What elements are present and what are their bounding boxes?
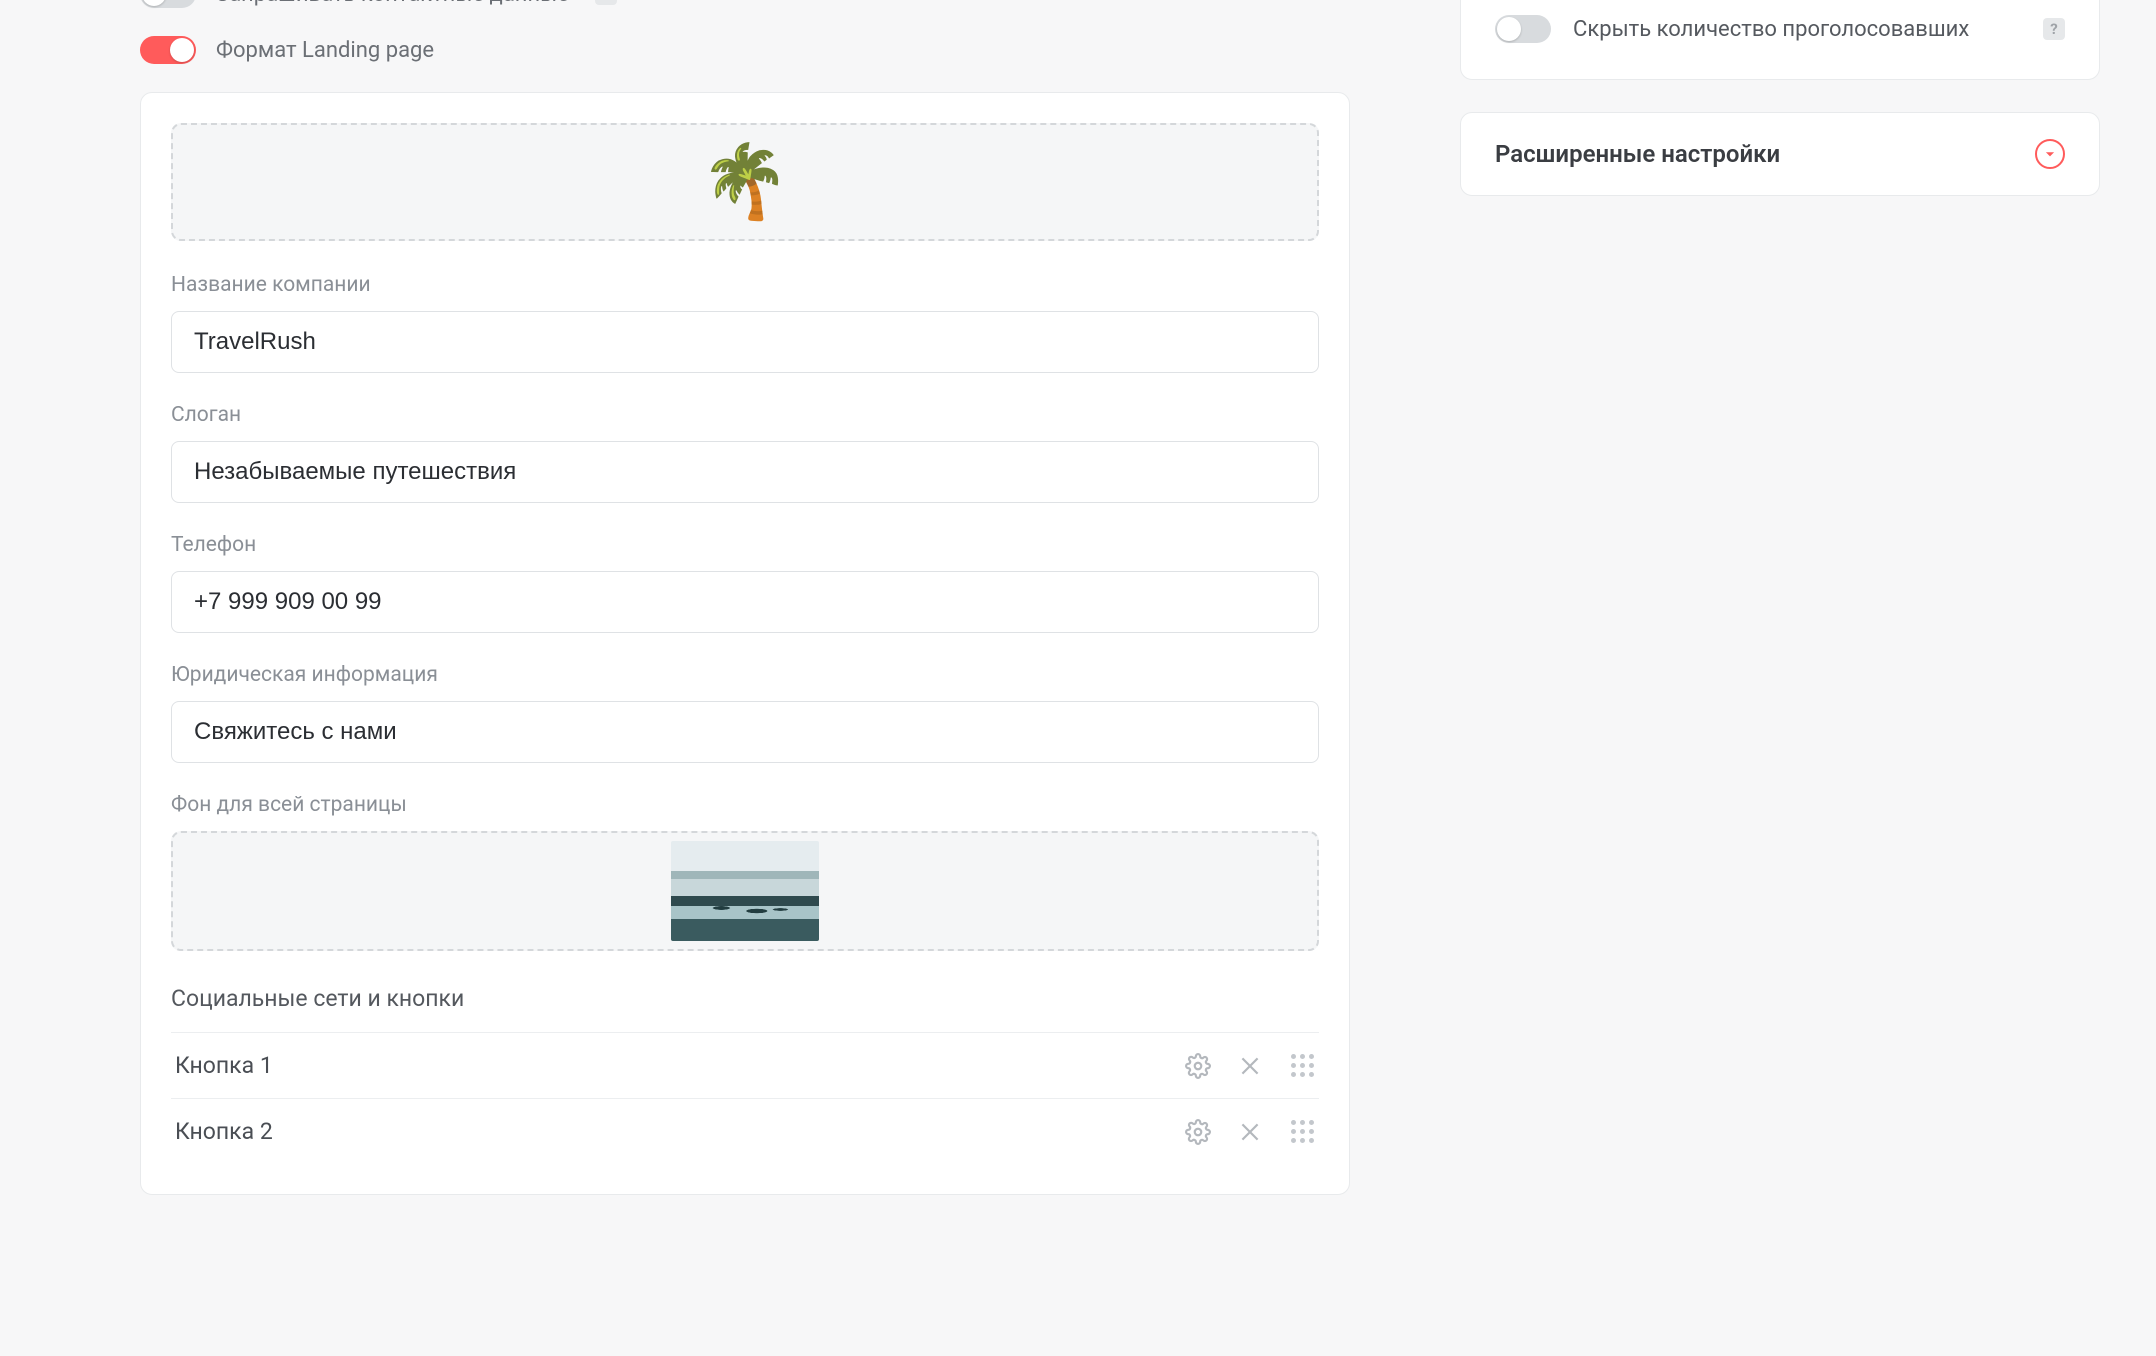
company-name-input[interactable] [171, 311, 1319, 373]
social-buttons-heading: Социальные сети и кнопки [171, 985, 1319, 1012]
help-icon[interactable]: ? [2043, 18, 2065, 40]
button-row-1: Кнопка 1 [171, 1032, 1319, 1098]
phone-label: Телефон [171, 533, 1319, 557]
toggle-request-contacts-label: Запрашивать контактные данные [216, 0, 569, 7]
toggle-request-contacts-row: Запрашивать контактные данные ? [140, 0, 1350, 8]
gear-icon[interactable] [1185, 1119, 1211, 1145]
page-bg-label: Фон для всей страницы [171, 793, 1319, 817]
drag-handle-icon[interactable] [1289, 1119, 1315, 1145]
palm-icon: 🌴 [700, 146, 790, 218]
landing-settings-card: 🌴 Название компании Слоган Телефон Юриди… [140, 92, 1350, 1195]
advanced-settings-title: Расширенные настройки [1495, 140, 1780, 168]
slogan-label: Слоган [171, 403, 1319, 427]
slogan-input[interactable] [171, 441, 1319, 503]
phone-input[interactable] [171, 571, 1319, 633]
toggle-request-contacts[interactable] [140, 0, 196, 8]
page-bg-dropzone[interactable] [171, 831, 1319, 951]
toggle-landing-format-label: Формат Landing page [216, 38, 434, 63]
close-icon[interactable] [1237, 1119, 1263, 1145]
close-icon[interactable] [1237, 1053, 1263, 1079]
toggle-hide-voters-row: Скрыть количество проголосовавших ? [1495, 5, 2065, 53]
drag-handle-icon[interactable] [1289, 1053, 1315, 1079]
legal-input[interactable] [171, 701, 1319, 763]
toggle-hide-voters-label: Скрыть количество проголосовавших [1573, 17, 2015, 42]
legal-label: Юридическая информация [171, 663, 1319, 687]
toggle-landing-format-row: Формат Landing page [140, 36, 1350, 64]
company-name-label: Название компании [171, 273, 1319, 297]
button-row-1-name[interactable]: Кнопка 1 [175, 1052, 1185, 1079]
page-bg-thumbnail [671, 841, 819, 941]
toggle-hide-voters[interactable] [1495, 15, 1551, 43]
help-icon[interactable]: ? [595, 0, 617, 5]
logo-dropzone[interactable]: 🌴 [171, 123, 1319, 241]
advanced-settings-card[interactable]: Расширенные настройки [1460, 112, 2100, 196]
button-row-2: Кнопка 2 [171, 1098, 1319, 1164]
right-settings-card: ? Скрыть количество проголосовавших ? [1460, 0, 2100, 80]
button-row-2-name[interactable]: Кнопка 2 [175, 1118, 1185, 1145]
chevron-down-icon[interactable] [2035, 139, 2065, 169]
toggle-landing-format[interactable] [140, 36, 196, 64]
gear-icon[interactable] [1185, 1053, 1211, 1079]
